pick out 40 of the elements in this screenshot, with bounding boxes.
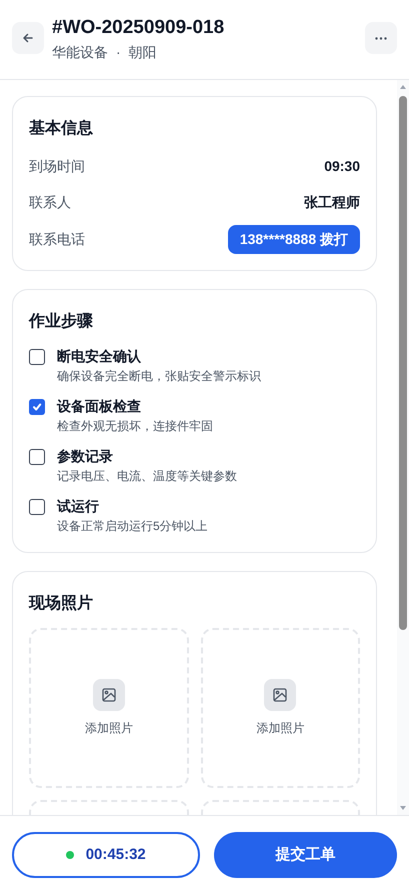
info-value: 张工程师 [304, 192, 360, 212]
image-icon [92, 679, 125, 711]
section-title: 基本信息 [29, 118, 94, 139]
more-icon [375, 36, 387, 40]
add-photo-slot[interactable]: 添加照片 [29, 628, 188, 788]
district-name: 朝阳 [128, 42, 157, 62]
scrollbar[interactable] [397, 80, 409, 815]
back-button[interactable] [12, 22, 44, 54]
scroll-down-arrow-icon[interactable] [399, 805, 407, 811]
scroll-up-arrow-icon[interactable] [399, 84, 407, 90]
back-arrow-icon [22, 32, 34, 44]
check-icon [32, 402, 42, 412]
step-description: 设备正常启动运行5分钟以上 [57, 518, 208, 535]
info-label: 到场时间 [29, 156, 85, 176]
step-checkbox[interactable] [29, 449, 45, 465]
step-checkbox[interactable] [29, 399, 45, 415]
add-photo-slot[interactable]: 添加照片 [200, 628, 360, 788]
info-label: 联系电话 [29, 230, 85, 249]
add-photo-label: 添加照片 [84, 720, 133, 737]
step-title: 设备面板检查 [57, 397, 142, 416]
step-title: 试运行 [57, 497, 100, 516]
timer-button[interactable]: 00:45:32 [12, 832, 200, 878]
step-description: 记录电压、电流、温度等关键参数 [57, 468, 237, 485]
step-title: 参数记录 [57, 447, 114, 466]
company-name: 华能设备 [52, 42, 108, 62]
section-title: 现场照片 [29, 594, 94, 614]
image-icon [264, 679, 296, 711]
step-checkbox[interactable] [29, 349, 45, 365]
step-checkbox[interactable] [29, 499, 45, 515]
step-title: 断电安全确认 [57, 347, 142, 366]
step-description: 检查外观无损坏，连接件牢固 [57, 418, 213, 435]
add-photo-label: 添加照片 [256, 720, 304, 737]
info-label: 联系人 [29, 192, 71, 212]
separator-dot: · [116, 42, 121, 62]
call-button[interactable]: 138****8888 拨打 [228, 225, 360, 254]
submit-button[interactable]: 提交工单 [214, 832, 397, 878]
info-value: 09:30 [324, 156, 360, 176]
step-description: 确保设备完全断电，张贴安全警示标识 [57, 368, 261, 385]
section-title: 作业步骤 [29, 312, 94, 332]
work-order-title: #WO-20250909-018 [52, 16, 226, 40]
